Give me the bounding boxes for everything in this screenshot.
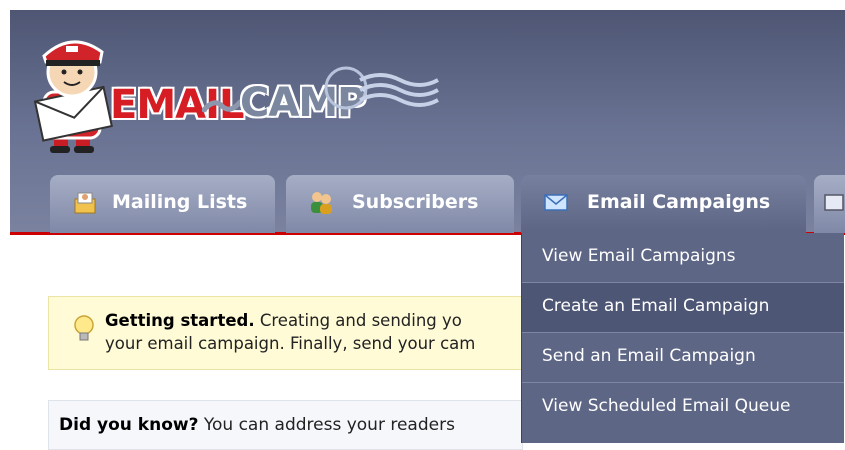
- menu-item-label: Send an Email Campaign: [542, 346, 756, 366]
- menu-item-label: View Scheduled Email Queue: [542, 396, 791, 416]
- menu-item-view-email-campaigns[interactable]: View Email Campaigns: [522, 233, 844, 283]
- subscribers-icon: [311, 192, 332, 214]
- menu-item-label: Create an Email Campaign: [542, 296, 770, 316]
- getting-started-tip: Getting started. Creating and sending yo…: [48, 296, 523, 370]
- tab-mailing-lists-label: Mailing Lists: [112, 191, 248, 213]
- logo-swoosh-icon: [202, 99, 242, 113]
- envelope-icon: [544, 194, 568, 211]
- tab-email-campaigns-label: Email Campaigns: [587, 191, 771, 213]
- menu-item-create-email-campaign[interactable]: Create an Email Campaign: [522, 283, 844, 333]
- menu-item-view-scheduled-email-queue[interactable]: View Scheduled Email Queue: [522, 383, 844, 433]
- email-campaigns-dropdown: View Email Campaigns Create an Email Cam…: [521, 233, 844, 443]
- tab-subscribers-label: Subscribers: [352, 191, 479, 213]
- tab-email-campaigns[interactable]: Email Campaigns: [521, 175, 806, 233]
- menu-item-send-email-campaign[interactable]: Send an Email Campaign: [522, 333, 844, 383]
- email-camp-logo[interactable]: EMAIL CAMP: [20, 22, 450, 157]
- tab-next-partial[interactable]: [814, 175, 845, 233]
- getting-started-title: Getting started.: [105, 311, 255, 330]
- postmark-waves-icon: [324, 66, 439, 110]
- tab-mailing-lists[interactable]: Mailing Lists: [50, 175, 275, 233]
- did-you-know-text: You can address your readers: [198, 415, 455, 435]
- tab-subscribers[interactable]: Subscribers: [286, 175, 514, 233]
- menu-item-label: View Email Campaigns: [542, 246, 736, 266]
- getting-started-line2: your email campaign. Finally, send your …: [105, 334, 476, 353]
- lightbulb-icon: [74, 315, 94, 341]
- tab-next-icon: [824, 194, 844, 211]
- did-you-know-title: Did you know?: [59, 415, 199, 435]
- mailing-list-icon: [74, 192, 96, 214]
- getting-started-line1: Creating and sending yo: [254, 311, 462, 330]
